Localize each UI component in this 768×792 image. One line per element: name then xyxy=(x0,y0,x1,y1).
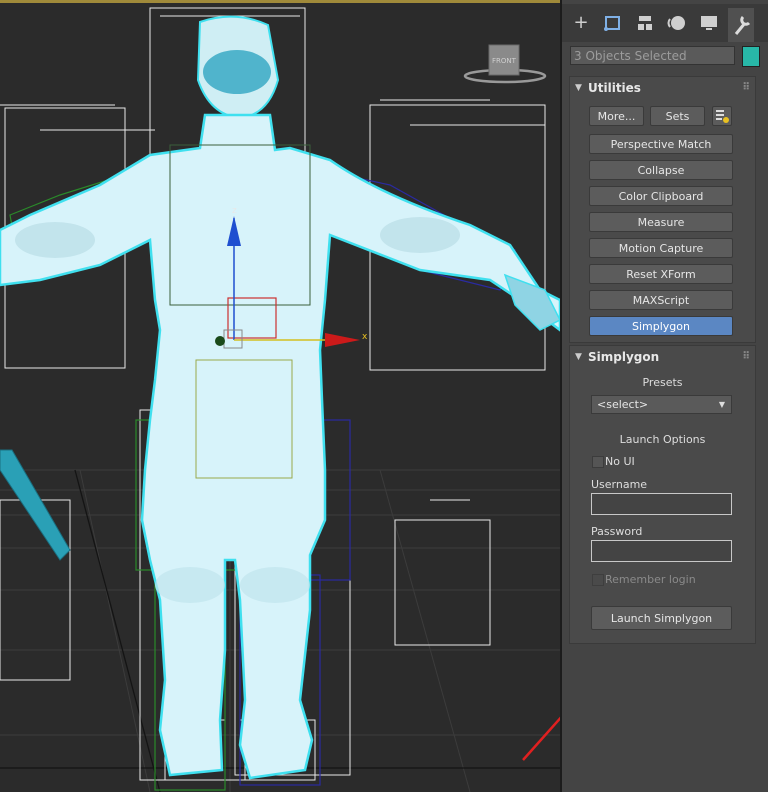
plus-icon: + xyxy=(573,12,589,33)
command-panel-tabs: + xyxy=(562,4,768,42)
launch-options-label: Launch Options xyxy=(619,433,706,446)
modify-icon xyxy=(604,16,620,31)
utilities-rollout-header[interactable]: ▼ Utilities ⠿ xyxy=(570,77,755,99)
viewport-scene: z x FRONT xyxy=(0,7,560,792)
modify-tab[interactable] xyxy=(600,10,626,36)
password-field[interactable] xyxy=(591,540,732,562)
utility-button-measure[interactable]: Measure xyxy=(589,212,733,232)
presets-selected-value: <select> xyxy=(597,398,649,411)
username-label: Username xyxy=(591,478,648,491)
utility-button-collapse[interactable]: Collapse xyxy=(589,160,733,180)
utility-button-perspective-match[interactable]: Perspective Match xyxy=(589,134,733,154)
grip-icon: ⠿ xyxy=(742,82,750,93)
utilities-rollout: ▼ Utilities ⠿ More... Sets Perspective M… xyxy=(569,76,756,343)
selection-name-field[interactable]: 3 Objects Selected xyxy=(570,46,735,65)
object-color-swatch[interactable] xyxy=(742,46,760,67)
create-tab[interactable]: + xyxy=(568,10,594,36)
axis-x-label: x xyxy=(362,332,368,342)
hierarchy-icon xyxy=(638,16,652,30)
simplygon-title: Simplygon xyxy=(588,350,660,364)
utility-button-maxscript[interactable]: MAXScript xyxy=(589,290,733,310)
utility-button-simplygon[interactable]: Simplygon xyxy=(589,316,733,336)
grip-icon: ⠿ xyxy=(742,351,750,362)
utilities-tab[interactable] xyxy=(728,8,754,42)
no-ui-label: No UI xyxy=(605,455,635,468)
annotation-arrow xyxy=(522,716,560,761)
viewcube-front-label: FRONT xyxy=(492,57,517,65)
collapse-arrow-icon: ▼ xyxy=(575,83,582,93)
utility-button-color-clipboard[interactable]: Color Clipboard xyxy=(589,186,733,206)
viewcube[interactable]: FRONT xyxy=(463,44,547,84)
remember-login-checkbox[interactable] xyxy=(592,574,604,586)
wrench-icon xyxy=(734,15,751,35)
command-panel: + 3 Objects Selected ▼ Utilities ⠿ More.… xyxy=(562,0,768,792)
configure-icon xyxy=(716,110,729,123)
username-field[interactable] xyxy=(591,493,732,515)
perspective-viewport[interactable]: z x FRONT xyxy=(0,0,562,792)
utility-button-motion-capture[interactable]: Motion Capture xyxy=(589,238,733,258)
simplygon-rollout: ▼ Simplygon ⠿ Presets <select> ▼ Launch … xyxy=(569,345,756,644)
display-tab[interactable] xyxy=(696,10,722,36)
presets-label: Presets xyxy=(642,376,683,389)
presets-dropdown[interactable]: <select> ▼ xyxy=(591,395,732,414)
hierarchy-tab[interactable] xyxy=(632,10,658,36)
utility-button-reset-xform[interactable]: Reset XForm xyxy=(589,264,733,284)
password-label: Password xyxy=(591,525,643,538)
motion-icon xyxy=(667,16,685,30)
axis-z-label: z xyxy=(232,206,237,216)
no-ui-checkbox[interactable] xyxy=(592,456,604,468)
configure-sets-button[interactable] xyxy=(712,106,732,126)
collapse-arrow-icon: ▼ xyxy=(575,352,582,362)
motion-tab[interactable] xyxy=(664,10,690,36)
display-icon xyxy=(701,16,717,30)
character-mesh xyxy=(0,15,560,780)
staff-object xyxy=(0,449,71,561)
simplygon-rollout-header[interactable]: ▼ Simplygon ⠿ xyxy=(570,346,755,368)
utilities-title: Utilities xyxy=(588,81,641,95)
remember-login-label: Remember login xyxy=(605,573,696,586)
sets-button[interactable]: Sets xyxy=(650,106,705,126)
launch-simplygon-button[interactable]: Launch Simplygon xyxy=(591,606,732,630)
more-button[interactable]: More... xyxy=(589,106,644,126)
chevron-down-icon: ▼ xyxy=(718,400,725,409)
